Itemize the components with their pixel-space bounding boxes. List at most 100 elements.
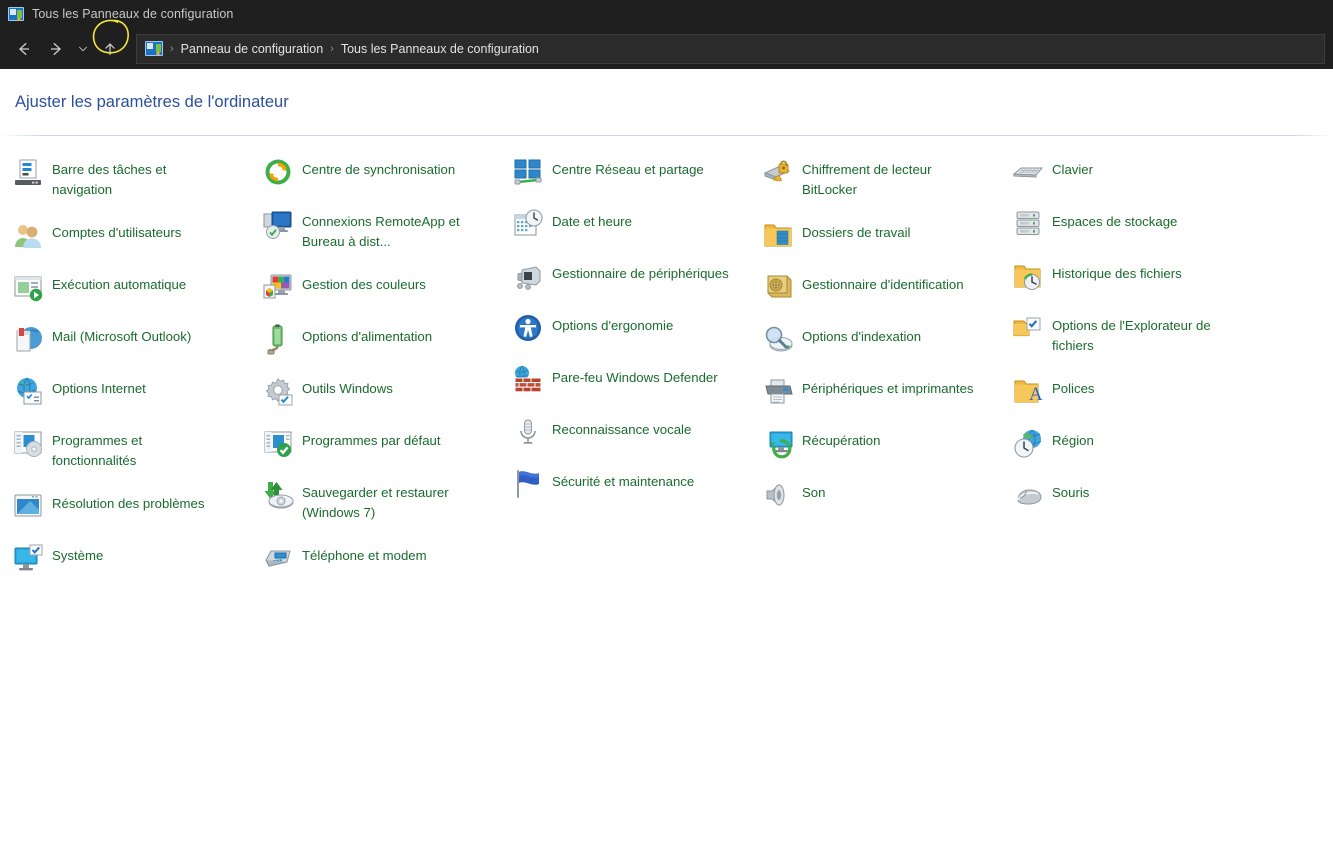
arrow-up-icon[interactable] <box>94 34 126 64</box>
control-panel-item-label[interactable]: Gestion des couleurs <box>302 270 426 295</box>
control-panel-item-label[interactable]: Espaces de stockage <box>1052 207 1177 232</box>
control-panel-item[interactable]: Gestion des couleurs <box>250 270 500 304</box>
control-panel-item-label[interactable]: Dossiers de travail <box>802 218 910 243</box>
control-panel-item[interactable]: Barre des tâches et navigation <box>0 155 250 200</box>
control-panel-item-label[interactable]: Barre des tâches et navigation <box>52 155 230 200</box>
control-panel-item[interactable]: Connexions RemoteApp et Bureau à dist... <box>250 207 500 252</box>
control-panel-item-label[interactable]: Périphériques et imprimantes <box>802 374 974 399</box>
navigation-bar: › Panneau de configuration › Tous les Pa… <box>0 19 1333 69</box>
control-panel-column-4: Chiffrement de lecteur BitLocker Dossiers… <box>750 155 1000 593</box>
storage-spaces-icon <box>1012 208 1044 240</box>
user-accounts-icon <box>12 219 44 251</box>
control-panel-item-label[interactable]: Polices <box>1052 374 1095 399</box>
control-panel-item-label[interactable]: Centre de synchronisation <box>302 155 455 180</box>
control-panel-content: Ajuster les paramètres de l'ordinateur B… <box>0 69 1333 865</box>
control-panel-item[interactable]: Dossiers de travail <box>750 218 1000 252</box>
control-panel-item[interactable]: Gestionnaire de périphériques <box>500 259 750 293</box>
control-panel-item-label[interactable]: Système <box>52 541 103 566</box>
arrow-right-icon[interactable] <box>40 34 72 64</box>
control-panel-column-5: Clavier Espaces de stockage Historique des… <box>1000 155 1300 593</box>
control-panel-item[interactable]: Sécurité et maintenance <box>500 467 750 501</box>
control-panel-column-2: Centre de synchronisation Connexions Remo… <box>250 155 500 593</box>
control-panel-item-label[interactable]: Reconnaissance vocale <box>552 415 691 440</box>
control-panel-item[interactable]: Chiffrement de lecteur BitLocker <box>750 155 1000 200</box>
date-time-icon <box>512 208 544 240</box>
control-panel-item-label[interactable]: Sauvegarder et restaurer (Windows 7) <box>302 478 480 523</box>
control-panel-item[interactable]: Récupération <box>750 426 1000 460</box>
control-panel-item-label[interactable]: Souris <box>1052 478 1089 503</box>
control-panel-item[interactable]: Gestionnaire d'identification <box>750 270 1000 304</box>
control-panel-item-label[interactable]: Récupération <box>802 426 880 451</box>
control-panel-item[interactable]: Programmes et fonctionnalités <box>0 426 250 471</box>
control-panel-item[interactable]: Programmes par défaut <box>250 426 500 460</box>
control-panel-item[interactable]: Mail (Microsoft Outlook) <box>0 322 250 356</box>
troubleshooting-icon <box>12 490 44 522</box>
control-panel-item[interactable]: Centre Réseau et partage <box>500 155 750 189</box>
breadcrumb-item-all-control-panel-items[interactable]: Tous les Panneaux de configuration <box>341 42 539 56</box>
control-panel-item-label[interactable]: Pare-feu Windows Defender <box>552 363 718 388</box>
windows-tools-icon <box>262 375 294 407</box>
control-panel-item-label[interactable]: Options d'indexation <box>802 322 921 347</box>
control-panel-item-label[interactable]: Outils Windows <box>302 374 393 399</box>
control-panel-item[interactable]: A Polices <box>1000 374 1300 408</box>
control-panel-item-label[interactable]: Historique des fichiers <box>1052 259 1182 284</box>
control-panel-item-label[interactable]: Options d'ergonomie <box>552 311 673 336</box>
control-panel-item[interactable]: Date et heure <box>500 207 750 241</box>
control-panel-item[interactable]: Clavier <box>1000 155 1300 189</box>
control-panel-column-3: Centre Réseau et partage Date et heure Ges… <box>500 155 750 593</box>
file-history-icon <box>1012 260 1044 292</box>
control-panel-item[interactable]: Périphériques et imprimantes <box>750 374 1000 408</box>
autoplay-icon <box>12 271 44 303</box>
control-panel-item[interactable]: Options d'alimentation <box>250 322 500 356</box>
control-panel-item-label[interactable]: Comptes d'utilisateurs <box>52 218 181 243</box>
control-panel-item[interactable]: Téléphone et modem <box>250 541 500 575</box>
control-panel-item-label[interactable]: Connexions RemoteApp et Bureau à dist... <box>302 207 480 252</box>
control-panel-item-label[interactable]: Téléphone et modem <box>302 541 427 566</box>
control-panel-item[interactable]: Options de l'Explorateur de fichiers <box>1000 311 1300 356</box>
control-panel-item[interactable]: Système <box>0 541 250 575</box>
address-breadcrumb-bar[interactable]: › Panneau de configuration › Tous les Pa… <box>136 33 1325 64</box>
control-panel-item-label[interactable]: Sécurité et maintenance <box>552 467 694 492</box>
control-panel-item-label[interactable]: Son <box>802 478 825 503</box>
control-panel-item-label[interactable]: Gestionnaire d'identification <box>802 270 964 295</box>
control-panel-item-label[interactable]: Clavier <box>1052 155 1093 180</box>
control-panel-item[interactable]: Reconnaissance vocale <box>500 415 750 449</box>
control-panel-item[interactable]: Sauvegarder et restaurer (Windows 7) <box>250 478 500 523</box>
taskbar-icon <box>12 156 44 188</box>
breadcrumb-separator: › <box>330 42 334 55</box>
control-panel-item[interactable]: Pare-feu Windows Defender <box>500 363 750 397</box>
control-panel-item-label[interactable]: Gestionnaire de périphériques <box>552 259 729 284</box>
control-panel-item[interactable]: Son <box>750 478 1000 512</box>
control-panel-item[interactable]: Région <box>1000 426 1300 460</box>
control-panel-item-label[interactable]: Options Internet <box>52 374 146 399</box>
breadcrumb-item-control-panel[interactable]: Panneau de configuration <box>181 42 323 56</box>
control-panel-item[interactable]: Espaces de stockage <box>1000 207 1300 241</box>
control-panel-item-label[interactable]: Région <box>1052 426 1094 451</box>
control-panel-item[interactable]: Souris <box>1000 478 1300 512</box>
region-icon <box>1012 427 1044 459</box>
control-panel-item-label[interactable]: Exécution automatique <box>52 270 186 295</box>
control-panel-item[interactable]: Résolution des problèmes <box>0 489 250 523</box>
control-panel-item-label[interactable]: Chiffrement de lecteur BitLocker <box>802 155 980 200</box>
control-panel-item-label[interactable]: Résolution des problèmes <box>52 489 204 514</box>
control-panel-item[interactable]: Historique des fichiers <box>1000 259 1300 293</box>
control-panel-item-label[interactable]: Options de l'Explorateur de fichiers <box>1052 311 1252 356</box>
control-panel-item[interactable]: Outils Windows <box>250 374 500 408</box>
control-panel-item[interactable]: Centre de synchronisation <box>250 155 500 189</box>
control-panel-item[interactable]: Options d'ergonomie <box>500 311 750 345</box>
control-panel-item-label[interactable]: Centre Réseau et partage <box>552 155 704 180</box>
phone-modem-icon <box>262 542 294 574</box>
control-panel-item-label[interactable]: Options d'alimentation <box>302 322 432 347</box>
control-panel-item-label[interactable]: Programmes par défaut <box>302 426 441 451</box>
control-panel-item[interactable]: Options d'indexation <box>750 322 1000 356</box>
arrow-left-icon[interactable] <box>8 34 40 64</box>
file-explorer-options-icon <box>1012 312 1044 344</box>
control-panel-item[interactable]: Options Internet <box>0 374 250 408</box>
work-folders-icon <box>762 219 794 251</box>
control-panel-item-label[interactable]: Programmes et fonctionnalités <box>52 426 230 471</box>
control-panel-item[interactable]: Comptes d'utilisateurs <box>0 218 250 252</box>
control-panel-item-label[interactable]: Date et heure <box>552 207 632 232</box>
control-panel-item-label[interactable]: Mail (Microsoft Outlook) <box>52 322 191 347</box>
chevron-down-icon[interactable] <box>72 34 94 64</box>
control-panel-item[interactable]: Exécution automatique <box>0 270 250 304</box>
